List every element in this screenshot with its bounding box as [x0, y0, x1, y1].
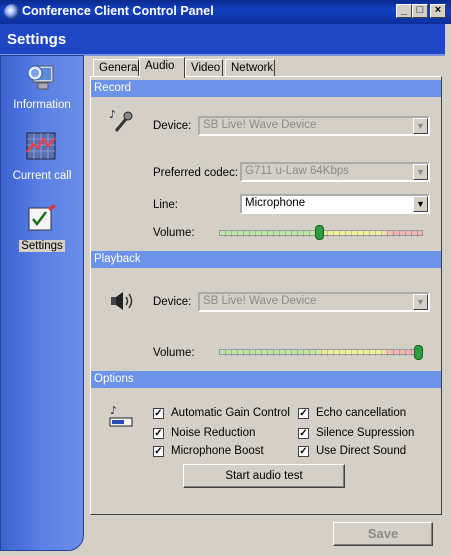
agc-checkbox[interactable]: ✓ [153, 408, 164, 419]
playback-volume-track [219, 349, 423, 356]
direct-sound-checkbox[interactable]: ✓ [298, 446, 309, 457]
checkbox-label: Silence Supression [316, 427, 415, 439]
checkbox-label: Microphone Boost [171, 445, 264, 457]
record-volume-slider[interactable] [314, 225, 324, 240]
echo-cancellation-checkbox-row[interactable]: ✓ Echo cancellation [298, 407, 433, 421]
record-volume-label: Volume: [153, 227, 195, 239]
settings-icon [28, 204, 56, 231]
microphone-boost-checkbox[interactable]: ✓ [153, 446, 164, 457]
sidebar-item-information[interactable]: Information [0, 58, 84, 116]
start-audio-test-button[interactable]: Start audio test [183, 464, 345, 488]
save-button[interactable]: Save [333, 522, 433, 546]
microphone-boost-checkbox-row[interactable]: ✓ Microphone Boost [153, 445, 293, 459]
line-select[interactable]: Microphone ▼ [240, 194, 430, 214]
checkbox-label: Noise Reduction [171, 427, 256, 439]
sidebar-item-label: Current call [12, 170, 72, 182]
playback-device-label: Device: [153, 296, 192, 308]
checkbox-label: Automatic Gain Control [171, 407, 290, 419]
sidebar-item-settings[interactable]: Settings [0, 202, 84, 256]
chevron-down-icon: ▼ [413, 118, 428, 134]
svg-text:♪: ♪ [110, 404, 117, 417]
maximize-button[interactable]: □ [412, 4, 428, 18]
section-record-header: Record [91, 80, 441, 97]
playback-device-select[interactable]: SB Live! Wave Device ▼ [198, 292, 430, 312]
silence-suppression-checkbox-row[interactable]: ✓ Silence Supression [298, 427, 433, 441]
call-chart-icon [26, 132, 56, 160]
chevron-down-icon: ▼ [413, 196, 428, 212]
minimize-button[interactable]: _ [396, 4, 412, 18]
page-title: Settings [7, 31, 67, 48]
record-device-label: Device: [153, 120, 192, 132]
echo-cancellation-checkbox[interactable]: ✓ [298, 408, 309, 419]
tab-general[interactable]: General [93, 59, 140, 77]
sidebar-item-label: Settings [19, 240, 65, 252]
silence-suppression-checkbox[interactable]: ✓ [298, 428, 309, 439]
line-label: Line: [153, 199, 178, 211]
tab-audio[interactable]: Audio [139, 57, 185, 78]
section-playback-header: Playback [91, 251, 441, 268]
tab-network[interactable]: Network [225, 59, 275, 77]
checkbox-label: Echo cancellation [316, 407, 407, 419]
noise-reduction-checkbox-row[interactable]: ✓ Noise Reduction [153, 427, 293, 441]
page-header [0, 24, 445, 56]
sidebar-item-label: Information [13, 99, 71, 111]
record-device-select[interactable]: SB Live! Wave Device ▼ [198, 116, 430, 136]
information-icon [27, 65, 54, 90]
window-title: Conference Client Control Panel [22, 4, 214, 18]
microphone-icon: ♪ [109, 108, 133, 132]
chevron-down-icon: ▼ [413, 294, 428, 310]
chevron-down-icon: ▼ [413, 164, 428, 180]
sidebar-item-current-call[interactable]: Current call [0, 130, 84, 186]
audio-options-icon: ♪ [109, 404, 133, 427]
section-options-header: Options [91, 371, 441, 388]
direct-sound-checkbox-row[interactable]: ✓ Use Direct Sound [298, 445, 433, 459]
tab-video[interactable]: Video [185, 59, 223, 77]
close-button[interactable]: × [430, 4, 446, 18]
svg-text:♪: ♪ [109, 108, 116, 121]
noise-reduction-checkbox[interactable]: ✓ [153, 428, 164, 439]
app-icon [4, 4, 20, 20]
speaker-icon [111, 292, 133, 310]
codec-label: Preferred codec: [153, 167, 239, 179]
checkbox-label: Use Direct Sound [316, 445, 407, 457]
codec-select[interactable]: G711 u-Law 64Kbps ▼ [240, 162, 430, 182]
playback-volume-slider[interactable] [414, 345, 423, 360]
agc-checkbox-row[interactable]: ✓ Automatic Gain Control [153, 407, 293, 421]
playback-volume-label: Volume: [153, 347, 195, 359]
